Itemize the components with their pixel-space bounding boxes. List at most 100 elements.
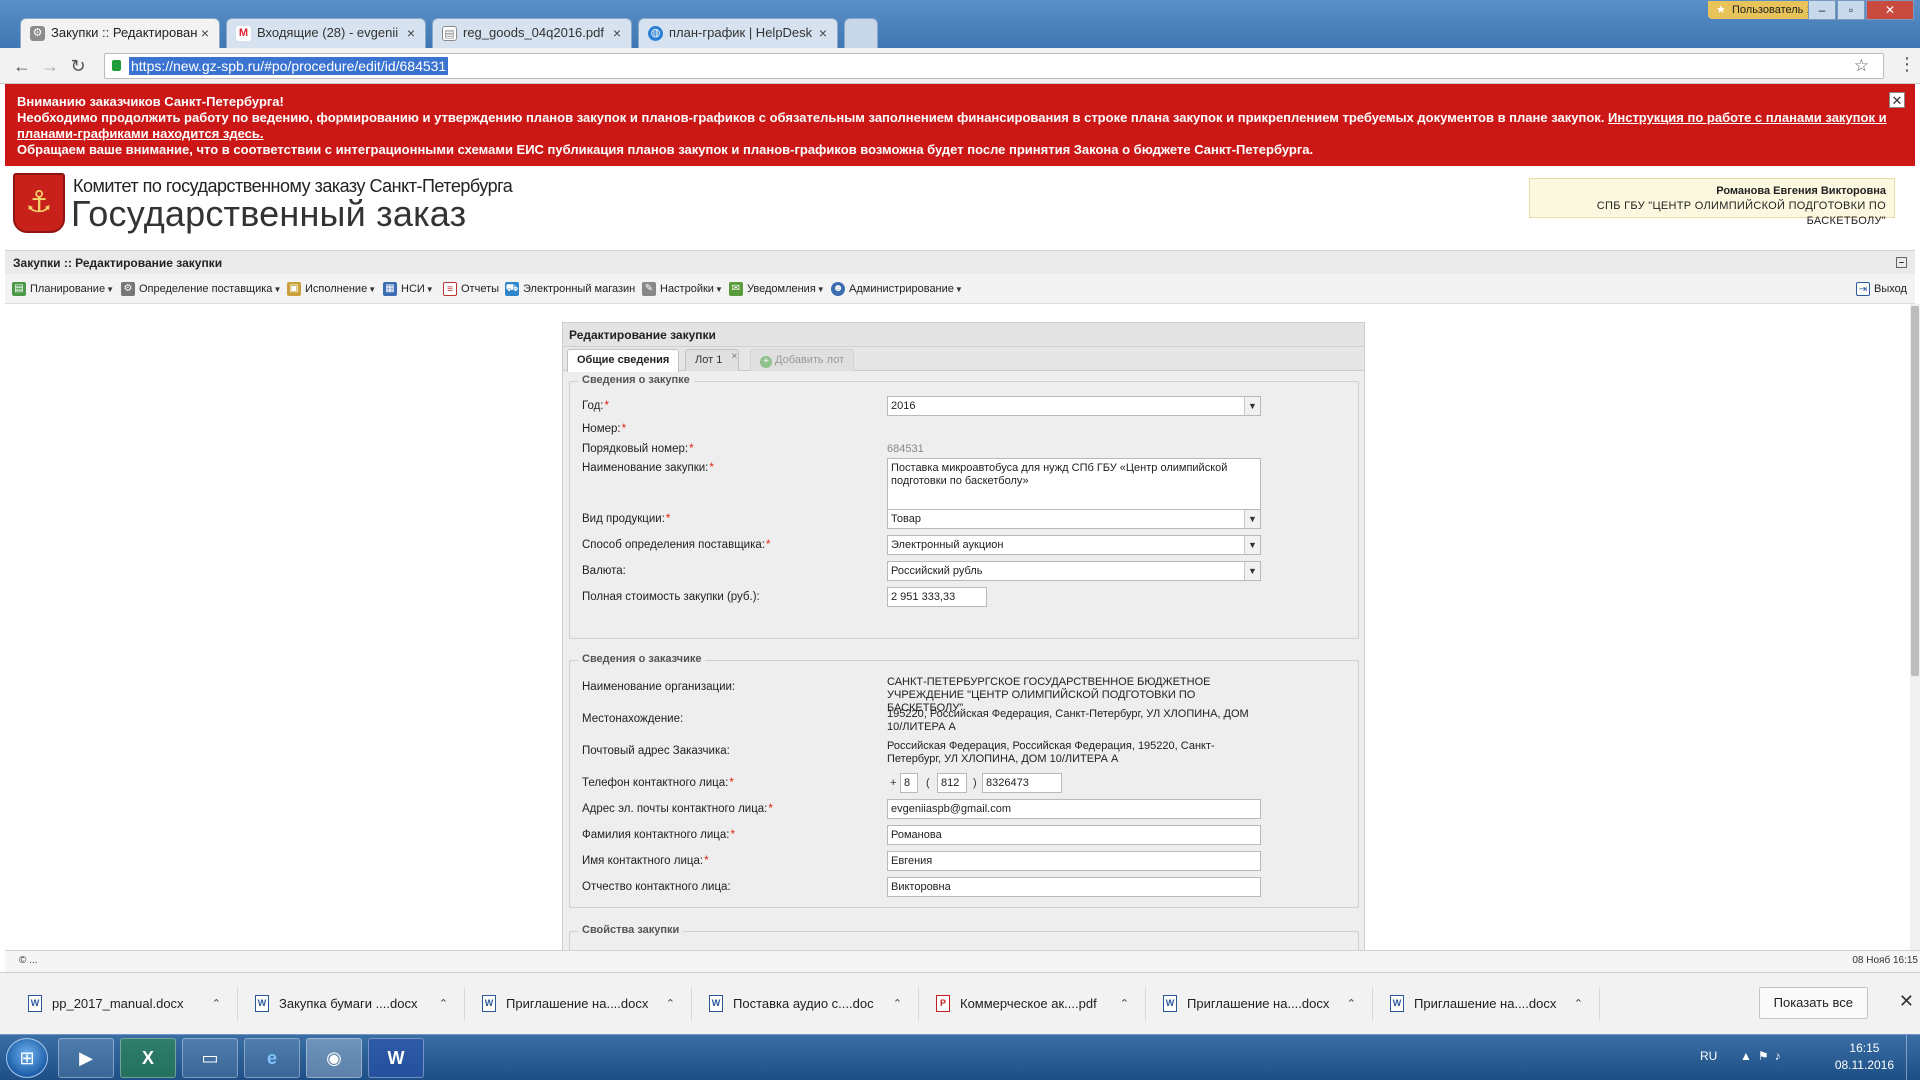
window-close-button[interactable]: ✕ (1866, 0, 1914, 20)
page-scrollbar[interactable] (1910, 304, 1920, 950)
menu-supplier[interactable]: ⚙ Определение поставщика▼ (121, 281, 281, 297)
downloads-bar: Wpp_2017_manual.docx ⌃ W Закупка бумаги ..… (0, 972, 1920, 1034)
download-item[interactable]: W Приглашение на....docx ⌃ (474, 987, 692, 1021)
close-icon[interactable]: × (819, 19, 827, 47)
purchase-name-label: Наименование закупки:* (582, 462, 714, 474)
reload-icon[interactable]: ↻ (66, 54, 90, 78)
excel-icon[interactable]: X (120, 1038, 176, 1078)
menu-notifications[interactable]: ✉ Уведомления▼ (729, 281, 825, 297)
menu-eshop[interactable]: ⛟ Электронный магазин (505, 281, 635, 297)
currency-label: Валюта: (582, 565, 626, 577)
show-all-downloads-button[interactable]: Показать все (1758, 987, 1868, 1019)
chevron-up-icon[interactable]: ⌃ (1120, 987, 1129, 1021)
menu-execution[interactable]: ▣ Исполнение▼ (287, 281, 376, 297)
download-item[interactable]: W Поставка аудио с....doc ⌃ (701, 987, 919, 1021)
language-indicator[interactable]: RU (1700, 1049, 1717, 1063)
menu-settings[interactable]: ✎ Настройки▼ (642, 281, 723, 297)
close-icon[interactable]: ✕ (1899, 991, 1914, 1012)
chevron-down-icon: ▼ (1244, 397, 1260, 415)
browser-tab-pdf[interactable]: ▤ reg_goods_04q2016.pdf × (432, 18, 632, 48)
download-item[interactable]: Wpp_2017_manual.docx ⌃ (20, 987, 238, 1021)
site-header: ⚓ Комитет по государственному заказу Сан… (5, 166, 1915, 246)
menu-label: НСИ (401, 283, 425, 295)
tab-general[interactable]: Общие сведения (567, 349, 680, 372)
phone-paren-close: ) (973, 777, 977, 789)
year-select[interactable]: 2016 ▼ (887, 396, 1261, 416)
url-text[interactable]: https://new.gz-spb.ru/#po/procedure/edit… (129, 57, 449, 75)
menu-reports[interactable]: ≡ Отчеты (443, 281, 499, 297)
browser-tab-gmail[interactable]: M Входящие (28) - evgenii × (226, 18, 426, 48)
back-icon[interactable]: ← (10, 54, 34, 78)
close-icon[interactable]: × (407, 19, 415, 47)
menu-nsi[interactable]: ▦ НСИ▼ (383, 281, 434, 297)
download-item[interactable]: P Коммерческое ак....pdf ⌃ (928, 987, 1146, 1021)
first-name-field[interactable]: Евгения (887, 851, 1261, 871)
chevron-up-icon[interactable]: ⌃ (439, 987, 448, 1021)
logout-button[interactable]: ⇥ Выход (1856, 281, 1907, 297)
close-icon[interactable]: × (731, 347, 737, 367)
window-controls: ‒ ▫ ✕ (1807, 0, 1914, 20)
explorer-icon[interactable]: ▭ (182, 1038, 238, 1078)
location-value: 195220, Российская Федерация, Санкт-Пете… (887, 708, 1249, 733)
purchase-properties-section: Свойства закупки (569, 924, 1359, 950)
wrench-icon: ✎ (642, 282, 656, 296)
last-name-field[interactable]: Романова (887, 825, 1261, 845)
currency-select[interactable]: Российский рубль ▼ (887, 561, 1261, 581)
chrome-icon[interactable]: ◉ (306, 1038, 362, 1078)
menu-planning[interactable]: ▤ Планирование▼ (12, 281, 114, 297)
tab-lot-1[interactable]: Лот 1 × (685, 347, 740, 371)
announcement-text: Необходимо продолжить работу по ведению,… (17, 110, 1903, 142)
product-type-value: Товар (891, 513, 921, 525)
year-value: 2016 (891, 400, 916, 412)
menu-label: Планирование (30, 283, 106, 295)
browser-menu-icon[interactable]: ⋮ (1898, 54, 1916, 75)
add-lot-button[interactable]: + Добавить лот (750, 349, 855, 371)
minimize-button[interactable]: ‒ (1808, 0, 1836, 20)
browser-tab-procurement[interactable]: ⚙ Закупки :: Редактирован × (20, 18, 220, 48)
scrollbar-thumb[interactable] (1911, 306, 1919, 676)
show-desktop-button[interactable] (1906, 1035, 1920, 1080)
tray-icons[interactable]: ▲⚑♪ (1740, 1049, 1787, 1063)
collapse-icon[interactable]: – (1896, 257, 1907, 268)
word-document-icon: W (255, 995, 269, 1012)
first-name-label: Имя контактного лица:* (582, 855, 709, 867)
internet-explorer-icon[interactable]: e (244, 1038, 300, 1078)
status-datetime: 08 Нояб 16:15 (1852, 955, 1918, 966)
download-item[interactable]: W Приглашение на....docx ⌃ (1155, 987, 1373, 1021)
user-name: Романова Евгения Викторовна (1716, 185, 1886, 197)
browser-tab-helpdesk[interactable]: ◍ план-график | HelpDesk × (638, 18, 838, 48)
download-item[interactable]: W Приглашение на....docx ⌃ (1382, 987, 1600, 1021)
total-cost-input[interactable]: 2 951 333,33 (887, 587, 987, 607)
chevron-up-icon[interactable]: ⌃ (212, 987, 221, 1021)
phone-country-input[interactable]: 8 (900, 773, 918, 793)
download-item[interactable]: W Закупка бумаги ....docx ⌃ (247, 987, 465, 1021)
phone-number-input[interactable]: 8326473 (982, 773, 1062, 793)
chevron-up-icon[interactable]: ⌃ (1574, 987, 1583, 1021)
profile-badge[interactable]: Пользователь 1 (1708, 1, 1823, 19)
phone-code-input[interactable]: 812 (937, 773, 967, 793)
middle-name-field[interactable]: Викторовна (887, 877, 1261, 897)
supplier-method-select[interactable]: Электронный аукцион ▼ (887, 535, 1261, 555)
chevron-up-icon[interactable]: ⌃ (666, 987, 675, 1021)
close-icon[interactable]: × (201, 19, 209, 47)
product-type-select[interactable]: Товар ▼ (887, 509, 1261, 529)
email-field[interactable]: evgeniiaspb@gmail.com (887, 799, 1261, 819)
close-icon[interactable]: × (613, 19, 621, 47)
purchase-name-textarea[interactable]: Поставка микроавтобуса для нужд СПб ГБУ … (887, 458, 1261, 510)
start-button[interactable]: ⊞ (6, 1038, 48, 1078)
maximize-button[interactable]: ▫ (1837, 0, 1865, 20)
section-legend: Сведения о закупке (578, 374, 694, 386)
bookmark-star-icon[interactable]: ☆ (1854, 56, 1869, 76)
clock[interactable]: 16:15 08.11.2016 (1835, 1040, 1894, 1074)
phone-label: Телефон контактного лица:* (582, 777, 734, 789)
word-icon[interactable]: W (368, 1038, 424, 1078)
menu-admin[interactable]: ☻ Администрирование▼ (831, 281, 963, 297)
media-player-icon[interactable]: ▶ (58, 1038, 114, 1078)
word-document-icon: W (1390, 995, 1404, 1012)
close-icon[interactable]: ✕ (1889, 92, 1905, 108)
new-tab-button[interactable] (844, 18, 878, 48)
chevron-up-icon[interactable]: ⌃ (893, 987, 902, 1021)
url-field[interactable]: https://new.gz-spb.ru/#po/procedure/edit… (104, 53, 1884, 79)
chevron-up-icon[interactable]: ⌃ (1347, 987, 1356, 1021)
forward-icon[interactable]: → (38, 54, 62, 78)
